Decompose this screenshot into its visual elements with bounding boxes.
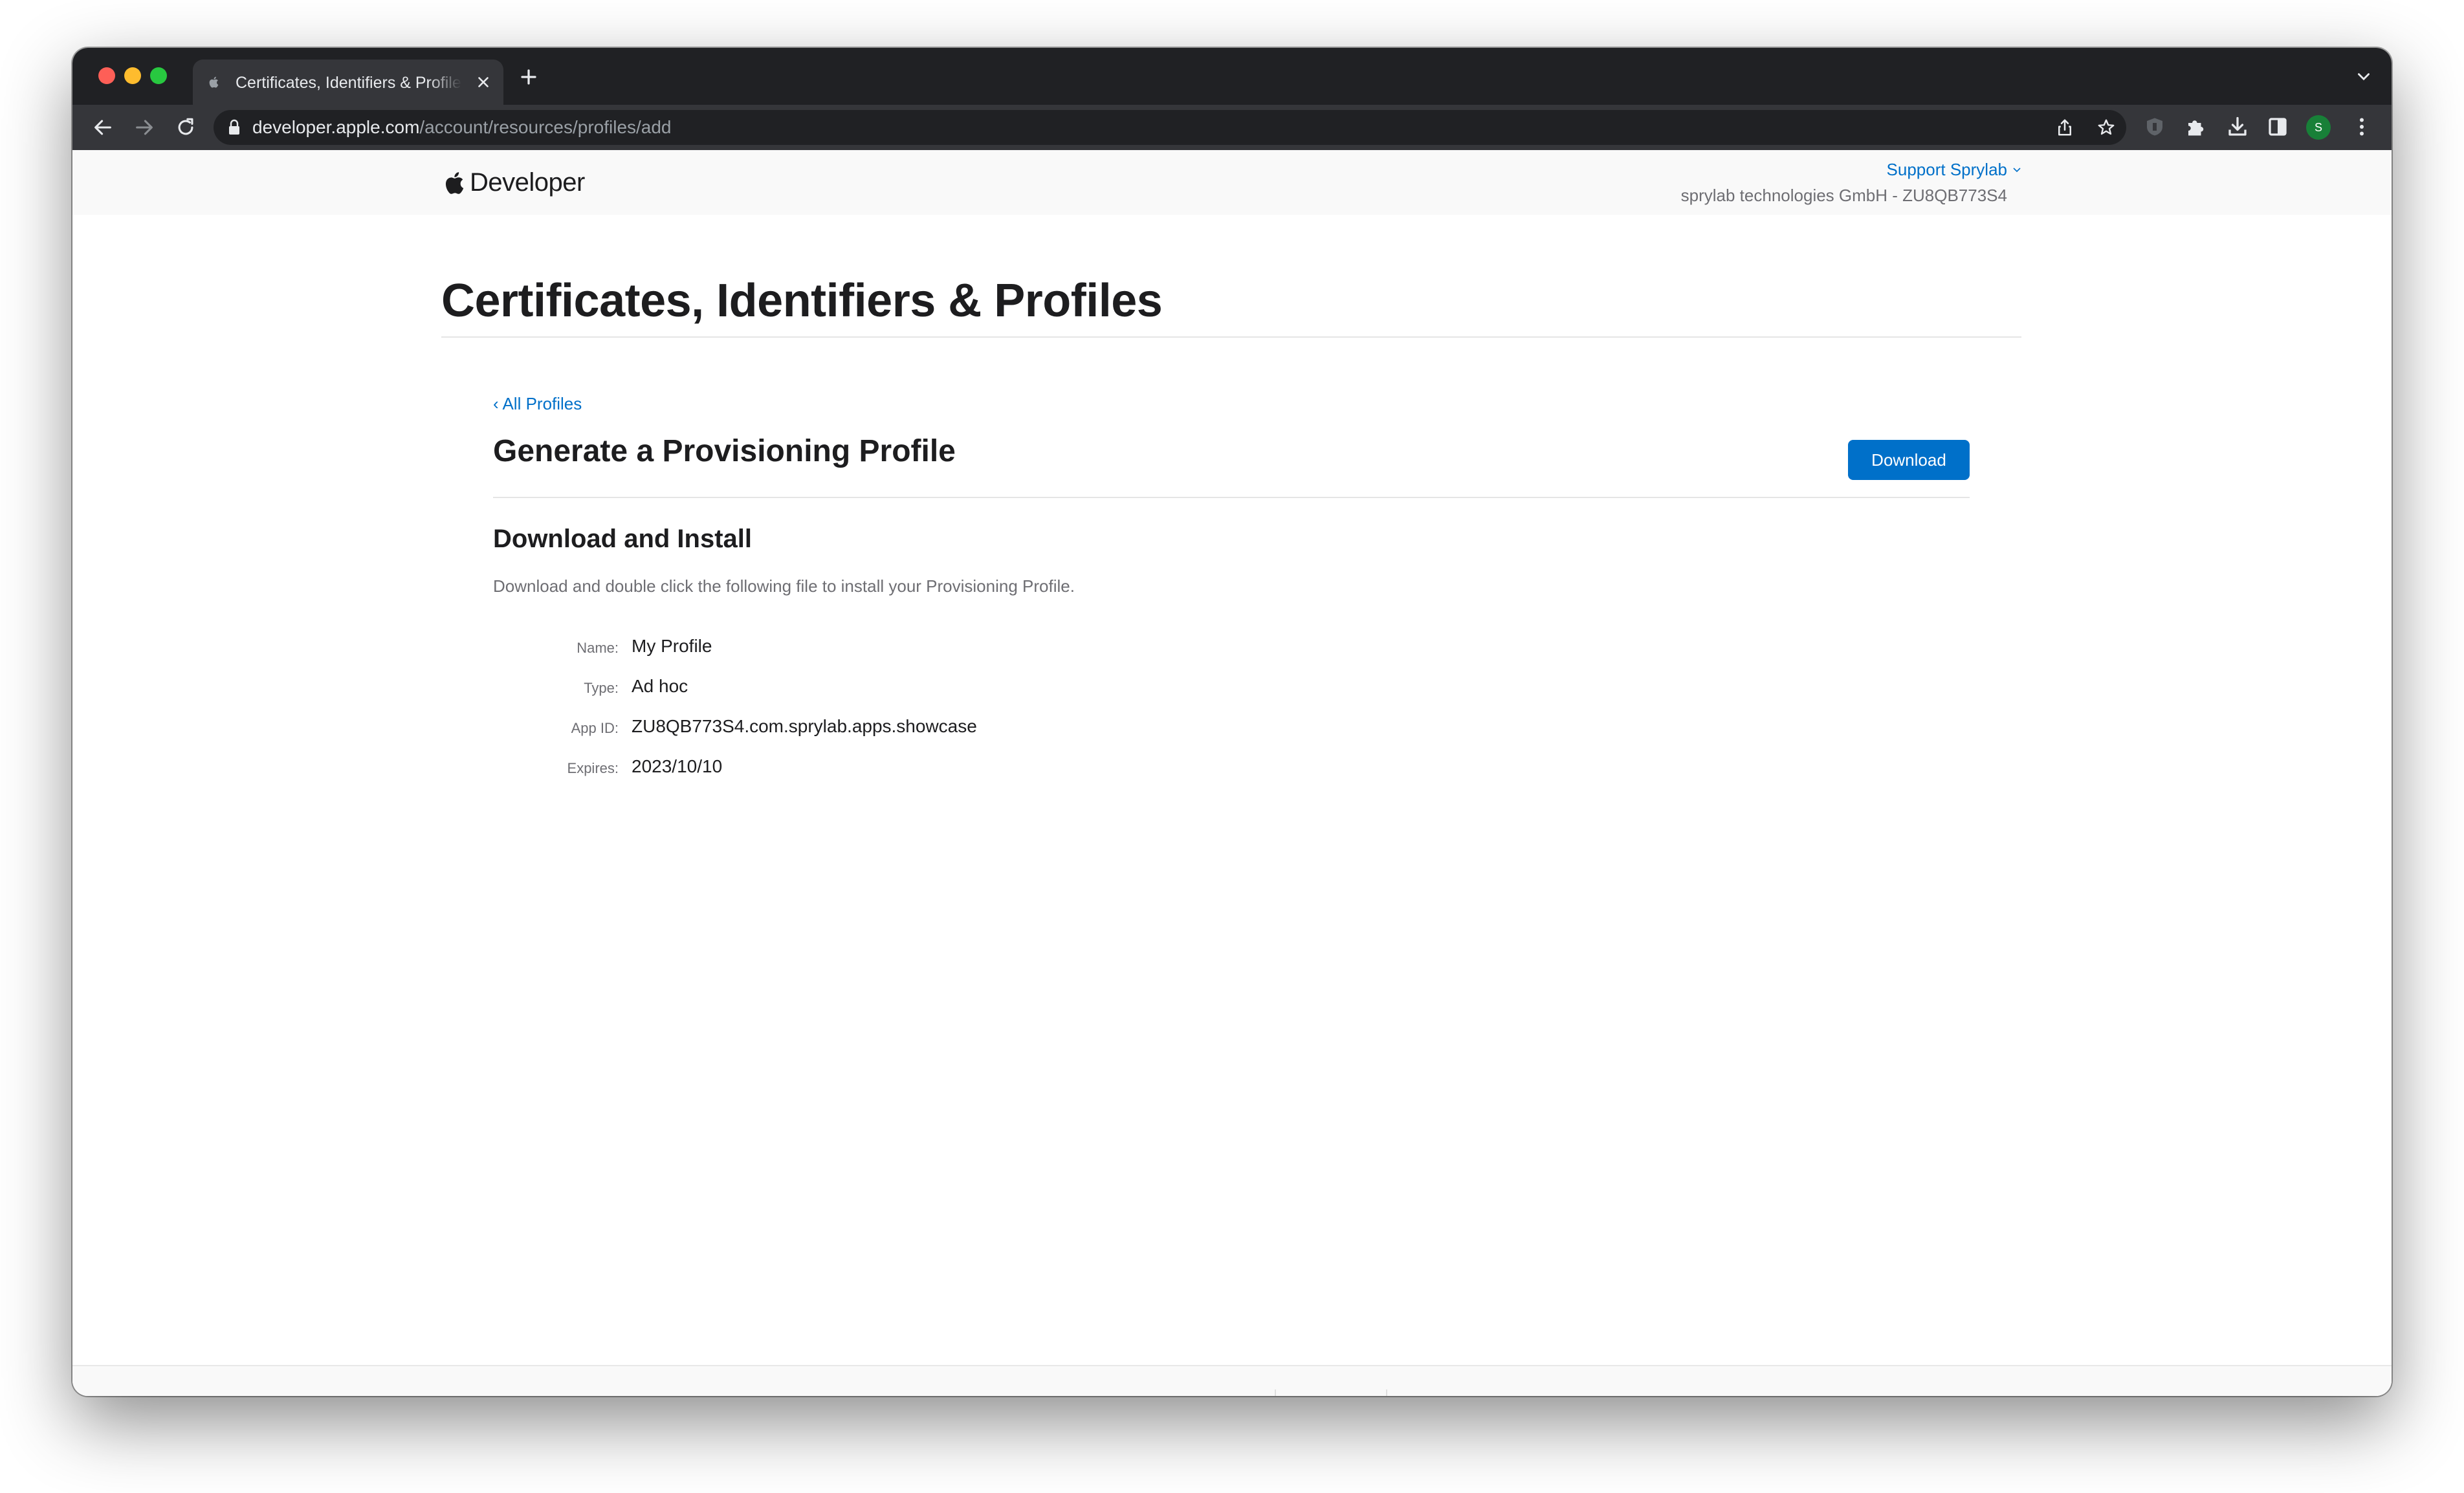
tab-strip: Certificates, Identifiers & Profiles: [72, 48, 2392, 105]
footer-links: Copyright © 2023 Apple Inc. All rights r…: [72, 1389, 2392, 1396]
web-page: Developer Support Sprylab sprylab techno…: [72, 150, 2392, 1396]
developer-global-nav: Developer Support Sprylab sprylab techno…: [72, 150, 2392, 215]
extension-shield-icon[interactable]: [2143, 115, 2166, 138]
lock-icon[interactable]: [228, 119, 241, 136]
minimize-window-button[interactable]: [124, 67, 141, 84]
support-link-label: Support Sprylab: [1886, 160, 2007, 179]
page-title: Certificates, Identifiers & Profiles: [441, 275, 1163, 327]
support-account-menu[interactable]: Support Sprylab: [1887, 159, 2021, 180]
tab-close-icon[interactable]: [475, 74, 492, 91]
detail-row-expires: Expires: 2023/10/10: [72, 753, 1367, 779]
detail-value: Ad hoc: [632, 676, 688, 696]
forward-arrow-icon[interactable]: [133, 116, 155, 138]
url-text[interactable]: developer.apple.com/account/resources/pr…: [252, 117, 672, 138]
tab-search-chevron-down-icon[interactable]: [2355, 70, 2372, 84]
copyright-text: Copyright © 2023 Apple Inc. All rights r…: [962, 1389, 1275, 1396]
detail-row-app-id: App ID: ZU8QB773S4.com.sprylab.apps.show…: [72, 713, 1367, 739]
developer-wordmark: Developer: [470, 168, 585, 197]
chevron-down-icon: [2013, 168, 2021, 173]
detail-label: Name:: [577, 640, 619, 656]
detail-value: 2023/10/10: [632, 756, 723, 776]
page-footer: Copyright © 2023 Apple Inc. All rights r…: [72, 1365, 2392, 1396]
all-profiles-back-link[interactable]: ‹ All Profiles: [493, 393, 582, 414]
detail-label: Expires:: [567, 760, 619, 776]
detail-value: My Profile: [632, 636, 712, 656]
download-install-heading: Download and Install: [493, 525, 753, 553]
detail-value: ZU8QB773S4.com.sprylab.apps.showcase: [632, 716, 977, 736]
address-bar[interactable]: developer.apple.com/account/resources/pr…: [214, 110, 2126, 145]
browser-toolbar: developer.apple.com/account/resources/pr…: [72, 105, 2392, 150]
apple-favicon-icon: [209, 76, 219, 88]
download-button[interactable]: Download: [1848, 440, 1970, 480]
section-divider: [493, 497, 1970, 498]
side-panel-icon[interactable]: [2266, 115, 2289, 138]
close-window-button[interactable]: [98, 67, 115, 84]
more-menu-icon[interactable]: [2350, 115, 2373, 138]
section-title: Generate a Provisioning Profile: [493, 434, 956, 468]
browser-window: Certificates, Identifiers & Profiles dev…: [72, 48, 2392, 1396]
profile-avatar[interactable]: S: [2306, 115, 2331, 140]
back-arrow-icon[interactable]: [92, 116, 114, 138]
url-domain: developer.apple.com: [252, 117, 420, 137]
tab-active[interactable]: Certificates, Identifiers & Profiles: [193, 60, 503, 105]
detail-label: App ID:: [571, 720, 619, 736]
privacy-policy-link[interactable]: Privacy Policy: [1387, 1389, 1502, 1396]
url-path: /account/resources/profiles/add: [419, 117, 672, 137]
install-description: Download and double click the following …: [493, 576, 1075, 596]
bookmark-star-icon[interactable]: [2096, 118, 2116, 137]
reload-icon[interactable]: [175, 116, 197, 138]
new-tab-icon[interactable]: [519, 67, 538, 87]
apple-logo-icon: [445, 172, 464, 194]
tab-title: Certificates, Identifiers & Profiles: [236, 74, 462, 92]
extensions-puzzle-icon[interactable]: [2184, 115, 2208, 138]
team-name: sprylab technologies GmbH - ZU8QB773S4: [1680, 186, 2007, 205]
title-divider: [441, 336, 2021, 338]
download-icon[interactable]: [2226, 115, 2249, 138]
detail-row-name: Name: My Profile: [72, 633, 1367, 659]
detail-label: Type:: [584, 680, 619, 696]
detail-row-type: Type: Ad hoc: [72, 673, 1367, 699]
zoom-window-button[interactable]: [150, 67, 167, 84]
terms-of-use-link[interactable]: Terms of Use: [1276, 1389, 1386, 1396]
share-icon[interactable]: [2055, 118, 2074, 137]
apple-developer-logo[interactable]: Developer: [443, 163, 585, 202]
